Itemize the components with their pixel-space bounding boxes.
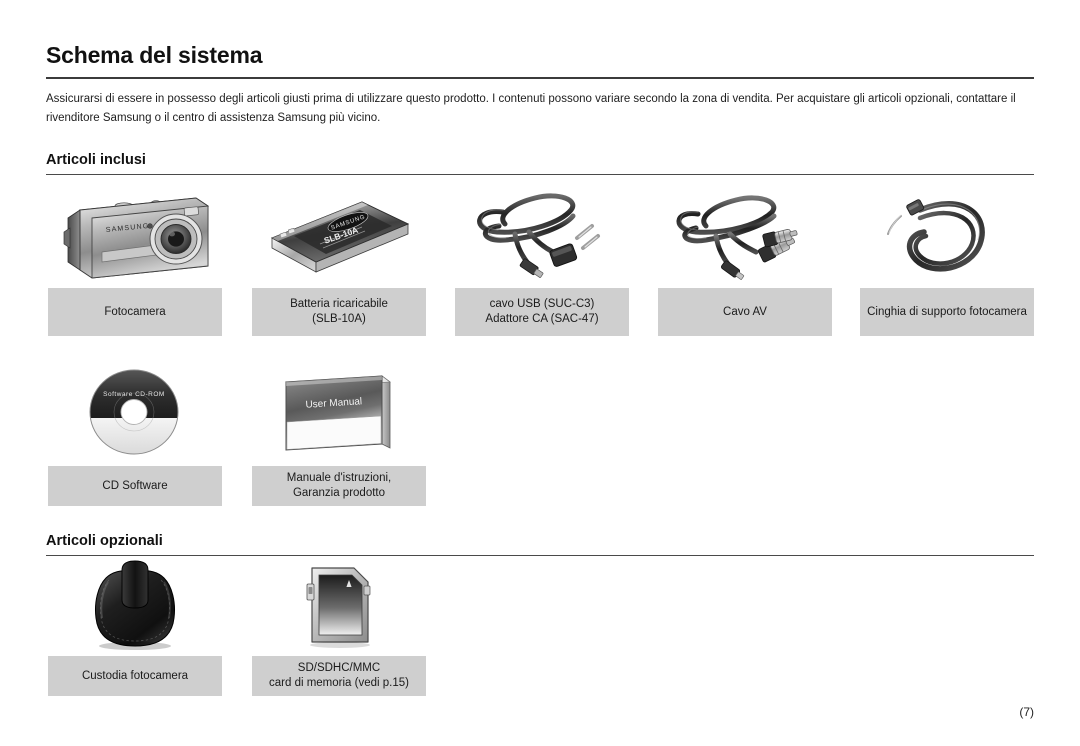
item-memory-card: SD/SDHC/MMC card di memoria (vedi p.15) <box>250 556 428 701</box>
section-divider-included <box>46 174 1034 175</box>
title-divider <box>46 77 1034 79</box>
digital-camera-icon: SAMSUNG <box>46 182 224 286</box>
user-manual-booklet-icon: User Manual <box>250 360 428 464</box>
intro-paragraph: Assicurarsi di essere in possesso degli … <box>46 93 1016 124</box>
item-cavo-usb: cavo USB (SUC-C3) Adattore CA (SAC-47) <box>453 182 631 338</box>
document-page: Schema del sistema Assicurarsi di essere… <box>0 0 1080 746</box>
label-line-1: Manuale d'istruzioni, <box>286 472 392 484</box>
item-cinghia: Cinghia di supporto fotocamera <box>858 182 1036 338</box>
label-line-2: Garanzia prodotto <box>292 487 386 499</box>
section-heading-optional: Articoli opzionali <box>46 533 163 549</box>
item-label-cavo-usb: cavo USB (SUC-C3) Adattore CA (SAC-47) <box>455 288 629 336</box>
page-number: (7) <box>1019 705 1034 719</box>
label-line-2: card di memoria (vedi p.15) <box>269 677 409 689</box>
item-custodia: Custodia fotocamera <box>46 556 224 701</box>
usb-cable-ac-adapter-icon <box>453 182 631 286</box>
label-line-2: (SLB-10A) <box>312 313 366 325</box>
item-label-cinghia: Cinghia di supporto fotocamera <box>860 288 1034 336</box>
section-heading-included: Articoli inclusi <box>46 152 146 168</box>
label-line-1: SD/SDHC/MMC <box>297 662 381 674</box>
av-cable-icon <box>656 182 834 286</box>
item-label-custodia: Custodia fotocamera <box>48 656 222 696</box>
item-label-fotocamera: Fotocamera <box>48 288 222 336</box>
label-line-1: Custodia fotocamera <box>81 669 189 682</box>
rechargeable-battery-icon: SAMSUNG SLB-10A <box>250 182 428 286</box>
item-cd-software: Software CD-ROM CD Software <box>46 360 224 516</box>
label-line-1: CD Software <box>102 479 168 492</box>
item-fotocamera: SAMSUNG Fotocamera <box>46 182 224 338</box>
software-cd-icon: Software CD-ROM <box>46 360 224 464</box>
item-label-batteria: Batteria ricaricabile (SLB-10A) <box>252 288 426 336</box>
item-batteria: SAMSUNG SLB-10A Batteria ricaricabile (S… <box>250 182 428 338</box>
label-line-1: Fotocamera <box>104 305 166 318</box>
item-label-memory-card: SD/SDHC/MMC card di memoria (vedi p.15) <box>252 656 426 696</box>
item-manuale: User Manual Manuale d'istruzioni, Garanz… <box>250 360 428 516</box>
label-line-1: Cinghia di supporto fotocamera <box>867 305 1027 318</box>
item-label-cavo-av: Cavo AV <box>658 288 832 336</box>
memory-card-icon <box>250 556 428 654</box>
page-title: Schema del sistema <box>46 42 263 68</box>
camera-strap-icon <box>858 182 1036 286</box>
label-line-1: Cavo AV <box>723 305 767 318</box>
label-line-2: Adattore CA (SAC-47) <box>485 313 599 325</box>
item-label-cd-software: CD Software <box>48 466 222 506</box>
label-line-1: Batteria ricaricabile <box>290 298 388 310</box>
svg-text:Software CD-ROM: Software CD-ROM <box>103 391 165 398</box>
label-line-1: cavo USB (SUC-C3) <box>489 298 595 310</box>
item-label-manuale: Manuale d'istruzioni, Garanzia prodotto <box>252 466 426 506</box>
camera-case-icon <box>46 556 224 654</box>
item-cavo-av: Cavo AV <box>656 182 834 338</box>
